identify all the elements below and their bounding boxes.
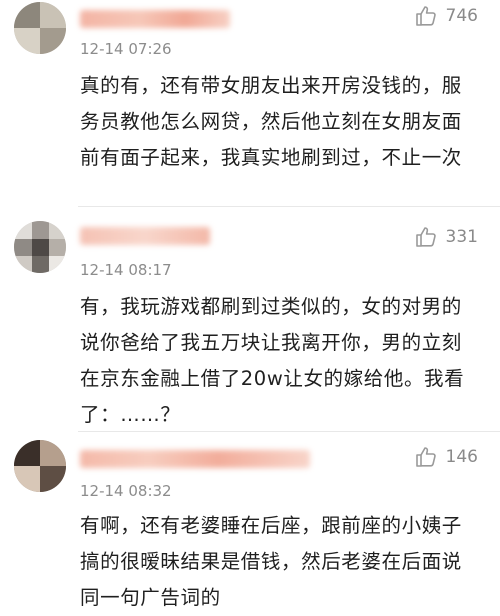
comment-text: 有，我玩游戏都刷到过类似的，女的对男的说你爸给了我五万块让我离开你，男的立刻在京…: [80, 295, 465, 426]
like-button[interactable]: 146: [414, 445, 478, 469]
comment-item: 746 12-14 07:26 真的有，还有带女朋友出来开房没钱的，服务员教他怎…: [0, 0, 500, 206]
avatar[interactable]: [14, 440, 66, 492]
thumbs-up-icon: [415, 447, 436, 467]
comment-time: 12-14 08:17: [80, 261, 172, 279]
thumbs-up-icon: [415, 227, 436, 247]
username-blurred[interactable]: [80, 10, 230, 28]
comment-item: 331 12-14 08:17 有，我玩游戏都刷到过类似的，女的对男的说你爸给了…: [0, 207, 500, 431]
like-count: 146: [445, 447, 478, 467]
avatar[interactable]: [14, 221, 66, 273]
like-button[interactable]: 331: [414, 225, 478, 249]
avatar[interactable]: [14, 2, 66, 54]
comment-time: 12-14 08:32: [80, 482, 172, 500]
like-count: 331: [445, 227, 478, 247]
like-button[interactable]: 746: [414, 4, 478, 28]
comment-item: 146 12-14 08:32 有啊，还有老婆睡在后座，跟前座的小姨子搞的很暧昧…: [0, 432, 500, 614]
username-blurred[interactable]: [80, 450, 310, 468]
thumbs-up-icon: [415, 6, 436, 26]
comment-time: 12-14 07:26: [80, 40, 172, 58]
username-blurred[interactable]: [80, 227, 210, 245]
comment-text: 真的有，还有带女朋友出来开房没钱的，服务员教他怎么网贷，然后他立刻在女朋友面前有…: [80, 74, 462, 169]
like-count: 746: [445, 6, 478, 26]
comment-text: 有啊，还有老婆睡在后座，跟前座的小姨子搞的很暧昧结果是借钱，然后老婆在后面说同一…: [80, 514, 462, 609]
